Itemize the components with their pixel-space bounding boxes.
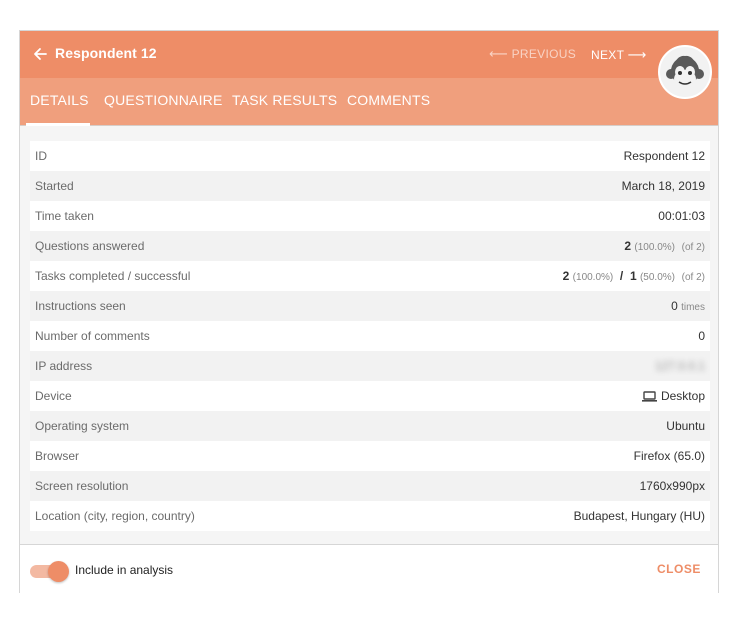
questions-count: 2: [624, 239, 632, 253]
ip-address-value: 127.0.0.1: [654, 359, 705, 373]
table-row: Location (city, region, country) Budapes…: [30, 501, 710, 531]
row-label: Operating system: [35, 419, 130, 433]
monkey-face-icon: [666, 55, 704, 88]
questions-percent: (100.0%): [634, 242, 675, 253]
previous-button[interactable]: ⟵ PREVIOUS: [489, 46, 576, 62]
table-row: Instructions seen 0 times: [30, 291, 710, 321]
arrow-right-icon: ⟶: [627, 47, 647, 62]
row-label: Device: [35, 389, 72, 403]
table-row: ID Respondent 12: [30, 141, 710, 171]
row-value: 2 (100.0%) / 1 (50.0%) (of 2): [563, 261, 705, 293]
device-value: Desktop: [660, 389, 705, 403]
arrow-left-icon[interactable]: [32, 45, 48, 63]
row-value: 2 (100.0%) (of 2): [624, 231, 705, 263]
table-row: Number of comments 0: [30, 321, 710, 351]
row-value: Respondent 12: [623, 149, 705, 163]
tab-details[interactable]: DETAILS: [30, 92, 89, 108]
row-label: IP address: [35, 359, 93, 373]
toggle-thumb: [48, 561, 69, 582]
row-value: 0: [698, 329, 705, 343]
row-label: Tasks completed / successful: [35, 269, 191, 283]
table-row: Device Desktop: [30, 381, 710, 411]
row-label: ID: [35, 149, 47, 163]
tasks-successful: 1: [629, 269, 637, 283]
tab-questionnaire[interactable]: QUESTIONNAIRE: [104, 92, 223, 108]
row-label: Started: [35, 179, 74, 193]
tasks-total: (of 2): [681, 272, 705, 283]
avatar: [658, 45, 712, 99]
tab-bar: DETAILS QUESTIONNAIRE TASK RESULTS COMME…: [20, 78, 718, 126]
active-tab-indicator: [26, 123, 90, 126]
row-label: Number of comments: [35, 329, 150, 343]
table-row: Operating system Ubuntu: [30, 411, 710, 441]
tasks-completed-percent: (100.0%): [572, 272, 614, 283]
row-value: Budapest, Hungary (HU): [573, 509, 705, 523]
details-table: ID Respondent 12 Started March 18, 2019 …: [30, 141, 710, 531]
row-label: Questions answered: [35, 239, 145, 253]
tab-task-results[interactable]: TASK RESULTS: [232, 92, 337, 108]
row-value: Firefox (65.0): [633, 449, 705, 463]
row-label: Screen resolution: [35, 479, 129, 493]
row-label: Browser: [35, 449, 80, 463]
arrow-left-icon: ⟵: [489, 46, 508, 61]
instructions-unit: times: [681, 302, 705, 313]
next-label: NEXT: [591, 48, 624, 62]
include-in-analysis-label: Include in analysis: [75, 563, 174, 577]
table-row: Started March 18, 2019: [30, 171, 710, 201]
tab-comments[interactable]: COMMENTS: [347, 92, 430, 108]
laptop-icon: [641, 391, 657, 402]
row-value: Ubuntu: [666, 419, 705, 433]
dialog-header: Respondent 12 ⟵ PREVIOUS NEXT ⟶: [20, 31, 718, 78]
row-value: March 18, 2019: [621, 179, 705, 193]
row-label: Location (city, region, country): [35, 509, 195, 523]
table-row: Screen resolution 1760x990px: [30, 471, 710, 501]
instructions-count: 0: [671, 299, 678, 313]
dialog-footer: Include in analysis CLOSE: [20, 544, 718, 594]
close-button[interactable]: CLOSE: [657, 562, 701, 576]
row-label: Time taken: [35, 209, 94, 223]
row-value: 00:01:03: [658, 209, 705, 223]
table-row: Time taken 00:01:03: [30, 201, 710, 231]
dialog-title: Respondent 12: [55, 45, 157, 61]
table-row: Tasks completed / successful 2 (100.0%) …: [30, 261, 710, 291]
tasks-completed: 2: [562, 269, 570, 283]
questions-total: (of 2): [681, 242, 705, 253]
previous-label: PREVIOUS: [511, 47, 576, 61]
tasks-successful-percent: (50.0%): [639, 272, 675, 283]
respondent-dialog: Respondent 12 ⟵ PREVIOUS NEXT ⟶ DETAILS …: [19, 30, 719, 594]
tasks-separator: /: [619, 269, 624, 283]
row-value: Desktop: [641, 381, 705, 411]
table-row: Browser Firefox (65.0): [30, 441, 710, 471]
row-label: Instructions seen: [35, 299, 126, 313]
row-value: 1760x990px: [639, 479, 705, 493]
table-row: Questions answered 2 (100.0%) (of 2): [30, 231, 710, 261]
table-row: IP address 127.0.0.1: [30, 351, 710, 381]
include-in-analysis-toggle[interactable]: [30, 561, 70, 582]
next-button[interactable]: NEXT ⟶: [591, 47, 647, 63]
row-value: 0 times: [671, 291, 705, 323]
